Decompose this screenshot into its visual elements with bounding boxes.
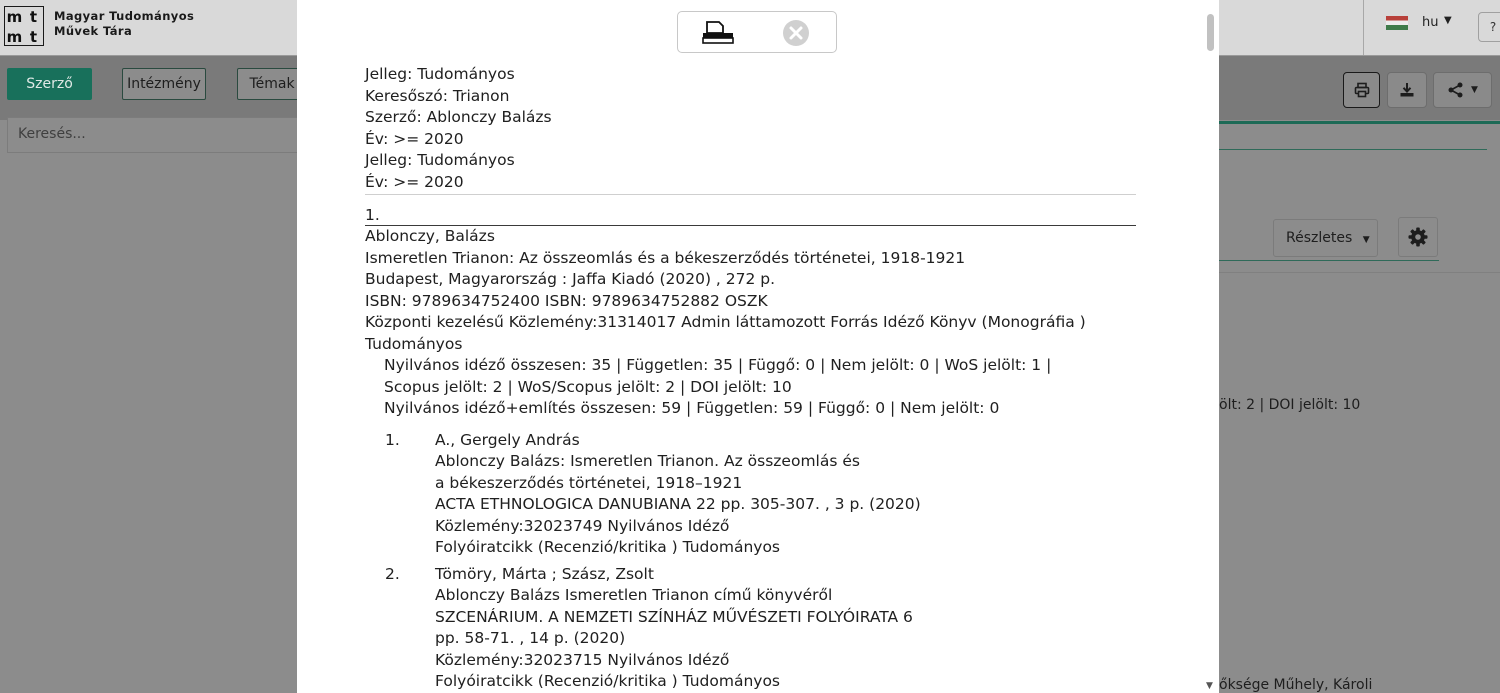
citation-author: A., Gergely András [435, 430, 580, 449]
mentions-summary: Nyilvános idéző+említés összesen: 59 | F… [384, 399, 1000, 417]
gear-icon [1408, 227, 1428, 247]
tab-szerzo[interactable]: Szerző [7, 68, 92, 100]
citation-stats: Nyilvános idéző összesen: 35 | Független… [365, 355, 1136, 420]
record-type: Tudományos [365, 334, 463, 353]
record-number: 1. [365, 206, 380, 224]
citation-author: Tömöry, Márta ; Szász, Zsolt [435, 564, 654, 583]
close-icon [783, 20, 809, 46]
scroll-down-arrow[interactable]: ▼ [1206, 681, 1213, 691]
record-meta: Központi kezelésű Közlemény:31314017 Adm… [365, 313, 1086, 331]
citation-body: A., Gergely András Ablonczy Balázs: Isme… [435, 430, 925, 559]
share-button[interactable]: ▼ [1433, 72, 1492, 108]
view-mode-select[interactable]: Részletes ▼ [1273, 219, 1378, 257]
filter-line: Jelleg: Tudományos [365, 151, 515, 169]
record-isbn: ISBN: 9789634752400 ISBN: 9789634752882 … [365, 291, 768, 310]
download-button[interactable] [1387, 72, 1427, 108]
citation-source: ACTA ETHNOLOGICA DANUBIANA 22 pp. 305-30… [435, 495, 921, 513]
scrollbar-thumb[interactable] [1207, 14, 1214, 51]
close-button[interactable] [782, 19, 810, 51]
divider [1219, 149, 1487, 150]
logo-cell: m [6, 28, 23, 46]
print-preview-modal: Jelleg: Tudományos Keresőszó: Trianon Sz… [297, 0, 1219, 693]
divider [365, 194, 1136, 195]
bg-text-fragment: ölt: 2 | DOI jelölt: 10 [1219, 397, 1361, 413]
settings-button[interactable] [1398, 217, 1438, 257]
citations-summary: Nyilvános idéző összesen: 35 | Független… [384, 356, 1052, 396]
chevron-down-icon: ▼ [1444, 15, 1452, 26]
download-icon [1400, 83, 1414, 97]
language-label: hu [1422, 15, 1439, 30]
logo-cell: m [6, 8, 23, 26]
citing-publications: 1. A., Gergely András Ablonczy Balázs: I… [365, 430, 1136, 693]
logo-cell: t [29, 28, 38, 46]
logo-line-2: Művek Tára [54, 24, 133, 38]
filter-line: Jelleg: Tudományos [365, 65, 515, 83]
citation-title: Ablonczy Balázs Ismeretlen Trianon című … [435, 586, 833, 604]
chevron-down-icon: ▼ [1471, 85, 1478, 95]
divider [1219, 260, 1439, 261]
printer-icon [702, 21, 734, 44]
citation-meta: Közlemény:32023715 Nyilvános Idéző Folyó… [435, 650, 781, 691]
logo-text: Magyar Tudományos Művek Tára [54, 9, 194, 39]
language-selector[interactable]: hu ▼ [1363, 0, 1463, 55]
citation-number: 2. [385, 564, 400, 583]
citation-body: Tömöry, Márta ; Szász, Zsolt Ablonczy Ba… [435, 564, 925, 693]
bg-text-fragment: őksége Műhely, Károli [1219, 677, 1373, 693]
record-title: Ismeretlen Trianon: Az összeomlás és a b… [365, 248, 966, 267]
citation-meta: Közlemény:32023749 Nyilvános Idéző Folyó… [435, 516, 781, 557]
list-item: 2. Tömöry, Márta ; Szász, Zsolt Ablonczy… [365, 564, 1136, 693]
print-button[interactable] [1343, 72, 1380, 108]
print-controls [677, 11, 837, 53]
print-icon [1354, 82, 1369, 98]
filter-line: Év: >= 2020 [365, 172, 464, 191]
list-item: 1. A., Gergely András Ablonczy Balázs: I… [365, 430, 1136, 559]
print-content: Jelleg: Tudományos Keresőszó: Trianon Sz… [365, 64, 1136, 693]
share-icon [1448, 82, 1463, 98]
view-mode-label: Részletes [1286, 230, 1353, 246]
citation-title: Ablonczy Balázs: Ismeretlen Trianon. Az … [435, 452, 860, 492]
search-filters: Jelleg: Tudományos Keresőszó: Trianon Sz… [365, 64, 1136, 193]
divider [1219, 272, 1500, 273]
filter-line: Szerző: Ablonczy Balázs [365, 108, 552, 126]
hungarian-flag-icon [1386, 16, 1408, 30]
citation-number: 1. [385, 430, 400, 449]
publication-record: Ablonczy, Balázs Ismeretlen Trianon: Az … [365, 226, 1136, 420]
mtmt-logo[interactable]: m t m t [4, 6, 44, 46]
tab-intezmeny[interactable]: Intézmény [122, 68, 206, 100]
filter-line: Év: >= 2020 [365, 129, 464, 148]
record-author: Ablonczy, Balázs [365, 227, 495, 245]
citation-source: SZCENÁRIUM. A NEMZETI SZÍNHÁZ MŰVÉSZETI … [435, 607, 913, 648]
chevron-down-icon: ▼ [1362, 235, 1370, 245]
filter-line: Keresőszó: Trianon [365, 86, 510, 105]
help-button[interactable]: ? [1478, 12, 1500, 42]
print-action[interactable] [702, 21, 734, 49]
record-publisher: Budapest, Magyarország : Jaffa Kiadó (20… [365, 270, 776, 288]
results-header-rule [1219, 121, 1500, 124]
logo-cell: t [29, 8, 38, 26]
logo-line-1: Magyar Tudományos [54, 9, 195, 23]
search-input[interactable]: Keresés... [7, 117, 307, 153]
